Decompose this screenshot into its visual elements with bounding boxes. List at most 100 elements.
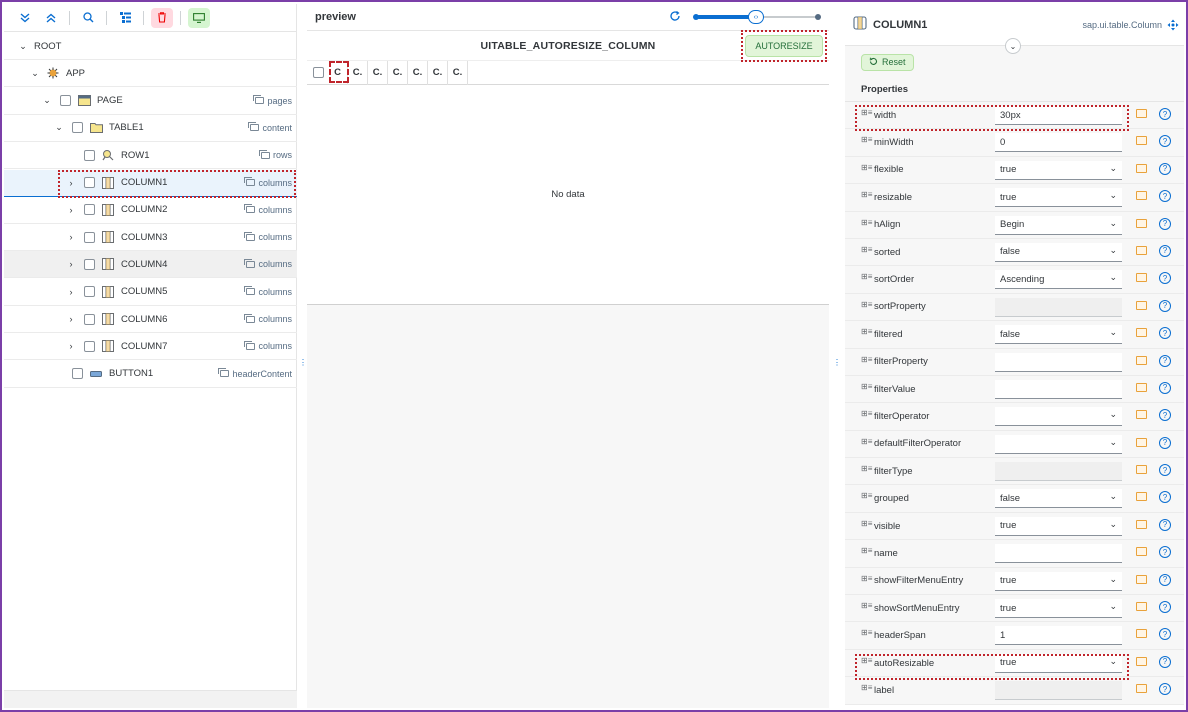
chevron-down-icon[interactable]: ⌄: [1109, 190, 1117, 201]
chevron-right-icon[interactable]: ›: [66, 259, 76, 269]
property-value-select[interactable]: ⌄: [995, 434, 1122, 454]
binding-folder-icon[interactable]: [1136, 465, 1147, 475]
chevron-right-icon[interactable]: ›: [66, 287, 76, 297]
property-value-input[interactable]: 1: [995, 626, 1122, 646]
help-icon[interactable]: ?: [1159, 464, 1171, 477]
chevron-down-icon[interactable]: ⌄: [1109, 519, 1117, 530]
tree-node-checkbox[interactable]: [84, 149, 95, 161]
binding-folder-icon[interactable]: [1136, 410, 1147, 420]
tree-node-checkbox[interactable]: [84, 204, 95, 216]
property-value-input[interactable]: 30px: [995, 106, 1122, 125]
autoresize-button[interactable]: AUTORESIZE: [745, 35, 823, 57]
help-icon[interactable]: ?: [1159, 683, 1171, 696]
column-header-6[interactable]: C.: [428, 60, 448, 85]
help-icon[interactable]: ?: [1159, 628, 1171, 641]
tree-node-column5[interactable]: › COLUMN5 columns: [4, 279, 297, 306]
chevron-down-icon[interactable]: ⌄: [1109, 272, 1117, 283]
chevron-down-icon[interactable]: ⌄: [1005, 38, 1021, 54]
property-value-input[interactable]: [995, 379, 1122, 399]
tree-node-checkbox[interactable]: [84, 231, 95, 243]
property-value-select[interactable]: false ⌄: [995, 325, 1122, 345]
binding-folder-icon[interactable]: [1136, 328, 1147, 338]
binding-folder-icon[interactable]: [1136, 191, 1147, 201]
tree-node-checkbox[interactable]: [84, 286, 95, 298]
property-value-input[interactable]: 0: [995, 133, 1122, 153]
property-value-select[interactable]: Ascending ⌄: [995, 270, 1122, 290]
help-icon[interactable]: ?: [1159, 601, 1171, 614]
binding-folder-icon[interactable]: [1136, 574, 1147, 584]
column-header-3[interactable]: C.: [368, 60, 388, 85]
tree-node-checkbox[interactable]: [84, 313, 95, 325]
chevron-down-icon[interactable]: ⌄: [1109, 656, 1117, 667]
help-icon[interactable]: ?: [1159, 436, 1171, 449]
double-chevron-down-icon[interactable]: [14, 8, 36, 28]
tree-list-icon[interactable]: [114, 8, 136, 28]
chevron-right-icon[interactable]: ›: [66, 178, 76, 188]
column-header-7[interactable]: C.: [448, 60, 468, 85]
chevron-down-icon[interactable]: ⌄: [1109, 327, 1117, 338]
tree-node-column1[interactable]: › COLUMN1 columns: [4, 169, 297, 197]
tree-node-column2[interactable]: › COLUMN2 columns: [4, 197, 297, 224]
tree-node-page[interactable]: ⌄ PAGE pages: [4, 88, 297, 115]
trash-icon[interactable]: [151, 7, 173, 28]
binding-folder-icon[interactable]: [1136, 492, 1147, 502]
settings-arrows-icon[interactable]: [1167, 19, 1179, 34]
property-value-input[interactable]: [995, 544, 1122, 564]
tree-node-checkbox[interactable]: [84, 258, 95, 270]
binding-folder-icon[interactable]: [1136, 684, 1147, 694]
chevron-right-icon[interactable]: ›: [66, 341, 76, 351]
binding-folder-icon[interactable]: [1136, 163, 1147, 173]
property-value-select[interactable]: false ⌄: [995, 242, 1122, 262]
chevron-down-icon[interactable]: ⌄: [1109, 409, 1117, 420]
tree-node-button1[interactable]: BUTTON1 headerContent: [4, 361, 297, 388]
chevron-down-icon[interactable]: ⌄: [30, 68, 40, 79]
tree-node-checkbox[interactable]: [60, 95, 71, 107]
help-icon[interactable]: ?: [1159, 573, 1171, 586]
property-value-select[interactable]: true ⌄: [995, 571, 1122, 591]
help-icon[interactable]: ?: [1159, 190, 1171, 203]
binding-folder-icon[interactable]: [1136, 273, 1147, 283]
help-icon[interactable]: ?: [1159, 162, 1171, 175]
tree-node-checkbox[interactable]: [84, 177, 95, 188]
help-icon[interactable]: ?: [1159, 409, 1171, 422]
tree-node-column4[interactable]: › COLUMN4 columns: [4, 251, 297, 279]
tree-node-checkbox[interactable]: [72, 368, 83, 380]
binding-folder-icon[interactable]: [1136, 355, 1147, 365]
splitter-grip-icon[interactable]: ⋮: [299, 358, 307, 370]
chevron-down-icon[interactable]: ⌄: [18, 41, 28, 52]
chevron-down-icon[interactable]: ⌄: [1109, 163, 1117, 174]
property-value-select[interactable]: Begin ⌄: [995, 215, 1122, 235]
tree-node-column6[interactable]: › COLUMN6 columns: [4, 306, 297, 333]
help-icon[interactable]: ?: [1159, 546, 1171, 559]
column-header-5[interactable]: C.: [408, 60, 428, 85]
binding-folder-icon[interactable]: [1136, 602, 1147, 612]
binding-folder-icon[interactable]: [1136, 245, 1147, 255]
help-icon[interactable]: ?: [1159, 655, 1171, 668]
property-value-select[interactable]: true ⌄: [995, 160, 1122, 180]
column-header-1[interactable]: C: [328, 60, 348, 85]
help-icon[interactable]: ?: [1159, 518, 1171, 531]
chevron-down-icon[interactable]: ⌄: [42, 95, 52, 106]
double-chevron-up-icon[interactable]: [40, 8, 62, 28]
chevron-down-icon[interactable]: ⌄: [1109, 437, 1117, 448]
chevron-right-icon[interactable]: ›: [66, 232, 76, 242]
property-value-select[interactable]: false ⌄: [995, 489, 1122, 509]
binding-folder-icon[interactable]: [1136, 656, 1147, 666]
help-icon[interactable]: ?: [1159, 108, 1171, 120]
binding-folder-icon[interactable]: [1136, 629, 1147, 639]
property-value-select[interactable]: true ⌄: [995, 653, 1122, 673]
chevron-down-icon[interactable]: ⌄: [1109, 601, 1117, 612]
display-icon[interactable]: [188, 7, 210, 28]
binding-folder-icon[interactable]: [1136, 109, 1147, 118]
binding-folder-icon[interactable]: [1136, 218, 1147, 228]
tree-node-root[interactable]: ⌄ ROOT: [4, 33, 297, 60]
help-icon[interactable]: ?: [1159, 244, 1171, 257]
select-all-checkbox[interactable]: [313, 67, 324, 78]
tree-node-table1[interactable]: ⌄ TABLE1 content: [4, 115, 297, 142]
chevron-down-icon[interactable]: ⌄: [54, 122, 64, 133]
search-icon[interactable]: [77, 8, 99, 28]
tree-node-row1[interactable]: ROW1 rows: [4, 142, 297, 170]
zoom-slider-handle[interactable]: ‹›: [748, 10, 764, 24]
column-header-2[interactable]: C.: [348, 60, 368, 85]
tree-node-column7[interactable]: › COLUMN7 columns: [4, 333, 297, 361]
